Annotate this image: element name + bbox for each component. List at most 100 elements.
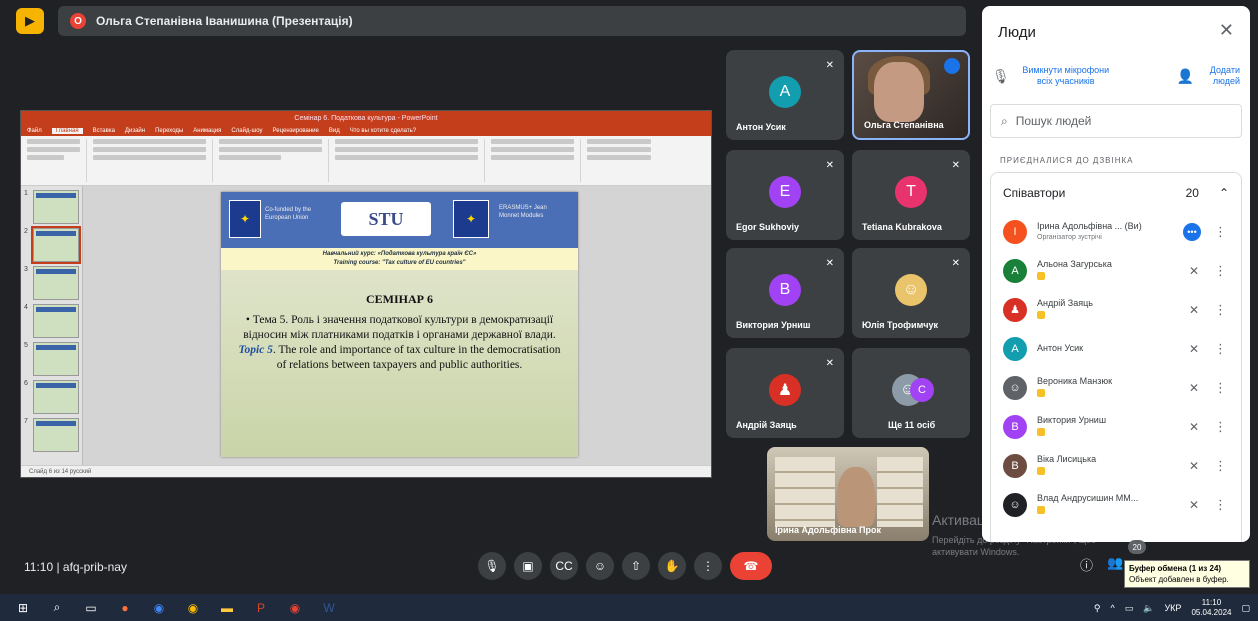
file-explorer-icon[interactable]: ▬ — [216, 599, 238, 617]
mic-off-icon[interactable]: ✕ — [1189, 459, 1199, 473]
slide-canvas: ✦ Co-funded by the European Union STU ✦ … — [83, 186, 711, 465]
participant-role: Організатор зустрічі — [1037, 233, 1102, 241]
word-icon[interactable]: W — [318, 599, 340, 617]
presenter-avatar: О — [70, 13, 86, 29]
present-screen-icon[interactable]: ⇧ — [622, 552, 650, 580]
more-vert-icon[interactable]: ⋮ — [1214, 263, 1227, 279]
clock-time: 11:10 — [1201, 598, 1222, 607]
volume-icon[interactable]: 🔈 — [1143, 603, 1154, 614]
mic-off-icon[interactable]: ✕ — [1189, 420, 1199, 434]
list-item[interactable]: A Альона Загурська ✕ ⋮ — [991, 251, 1241, 290]
course-band: Навчальний курс: «Податкова культура кра… — [221, 248, 578, 270]
mic-off-icon[interactable]: ✕ — [1189, 498, 1199, 512]
group-header[interactable]: Співавтори 20 ⌃ — [990, 172, 1242, 212]
mic-off-icon: ✕ — [825, 258, 834, 269]
mic-off-icon: 🎙 — [992, 67, 1010, 84]
language-indicator[interactable]: УКР — [1164, 603, 1181, 613]
mic-off-icon[interactable]: ✕ — [1189, 303, 1199, 317]
participant-tile[interactable]: ✕ A Антон Усик — [726, 50, 844, 140]
self-video-tile[interactable]: Ірина Адольфівна Прок — [767, 447, 929, 541]
participant-avatar: B — [1003, 414, 1027, 439]
participant-name: Tetiana Kubrakova — [862, 222, 942, 232]
participant-tile[interactable]: ✕ E Egor Sukhoviy — [726, 150, 844, 240]
more-vert-icon[interactable]: ⋮ — [1214, 224, 1227, 240]
participant-tile[interactable]: ✕ ☺ Юлія Трофимчук — [852, 248, 970, 338]
list-item[interactable]: I Ірина Адольфівна ... (Ви) Організатор з… — [991, 212, 1241, 251]
more-vert-icon[interactable]: ⋮ — [1214, 458, 1227, 474]
close-icon[interactable]: ✕ — [1219, 20, 1234, 41]
people-icon[interactable]: 👥 — [1107, 555, 1123, 574]
list-item[interactable]: B Виктория Урниш ✕ ⋮ — [991, 407, 1241, 446]
list-item[interactable]: ☺ Вероника Манзюк ✕ ⋮ — [991, 368, 1241, 407]
search-icon: ⌕ — [1001, 113, 1008, 128]
more-options-icon[interactable]: ⋮ — [694, 552, 722, 580]
jumpman-logo-avatar: ♟ — [769, 374, 801, 406]
slide-thumbnail-selected: 2 — [24, 226, 81, 264]
captions-icon[interactable]: CC — [550, 552, 578, 580]
raise-hand-icon[interactable]: ✋ — [658, 552, 686, 580]
participant-tile[interactable]: ✕ B Виктория Урниш — [726, 248, 844, 338]
powerpoint-icon[interactable]: P — [250, 599, 272, 617]
slide-thumbnails: 1 2 3 4 5 6 7 — [21, 186, 83, 465]
end-call-button[interactable]: ☎ — [730, 552, 772, 580]
more-vert-icon[interactable]: ⋮ — [1214, 419, 1227, 435]
present-icon[interactable]: ▶ — [16, 8, 44, 34]
mic-off-icon[interactable]: ✕ — [1189, 381, 1199, 395]
presenting-banner[interactable]: О Ольга Степанівна Іванишина (Презентаці… — [58, 6, 966, 36]
list-item[interactable]: ♟ Андрій Заяць ✕ ⋮ — [991, 290, 1241, 329]
more-vert-icon[interactable]: ⋮ — [1214, 302, 1227, 318]
chrome-active-icon[interactable]: ◉ — [284, 599, 306, 617]
slide-thumbnail: 6 — [24, 380, 79, 414]
speaking-indicator-icon — [944, 58, 960, 74]
participant-name: Андрій Заяць — [1037, 297, 1093, 308]
slide-bullet-uk: • Тема 5. Роль і значення податкової кул… — [243, 314, 556, 341]
more-participants-tile[interactable]: ☺ C Ще 11 осіб — [852, 348, 970, 438]
mic-off-icon: ✕ — [825, 160, 834, 171]
list-item[interactable]: A Антон Усик ✕ ⋮ — [991, 329, 1241, 368]
participant-avatar: B — [1003, 453, 1027, 478]
more-vert-icon[interactable]: ⋮ — [1214, 497, 1227, 513]
info-icon[interactable]: ⓘ — [1080, 555, 1093, 574]
hand-icon — [1037, 388, 1045, 397]
chrome-canary-icon[interactable]: ◉ — [182, 599, 204, 617]
mute-all-button[interactable]: 🎙 Вимкнути мікрофони всіх учасників — [992, 58, 1116, 94]
participant-tile[interactable]: ✕ ♟ Андрій Заяць — [726, 348, 844, 438]
add-person-icon: 👤 — [1176, 67, 1194, 84]
clock-date: 05.04.2024 — [1191, 608, 1232, 617]
more-vert-icon[interactable]: ⋮ — [1214, 341, 1227, 357]
notifications-icon[interactable]: ▢ — [1241, 603, 1250, 614]
more-vert-icon[interactable]: ⋮ — [1214, 380, 1227, 396]
participant-name: Андрій Заяць — [736, 420, 797, 430]
search-icon[interactable]: ⌕ — [46, 599, 68, 617]
list-item[interactable]: B Віка Лисицька ✕ ⋮ — [991, 446, 1241, 485]
ppt-tab: Анимация — [193, 127, 222, 134]
people-icon[interactable]: ⚲ — [1094, 603, 1101, 614]
course-title-uk: Навчальний курс: «Податкова культура кра… — [322, 251, 477, 257]
ribbon-group — [219, 139, 329, 182]
add-people-button[interactable]: 👤 Додати людей — [1177, 58, 1240, 94]
chevron-up-icon[interactable]: ^ — [1111, 603, 1115, 613]
ppt-tab: Что вы хотите сделать? — [349, 127, 417, 134]
hand-icon — [1037, 505, 1045, 514]
course-title-en: Training course: "Tax culture of EU coun… — [333, 260, 466, 266]
participant-tile-video[interactable]: Ольга Степанівна — [852, 50, 970, 140]
mic-off-icon[interactable]: ✕ — [1189, 264, 1199, 278]
camera-icon[interactable]: ▣ — [514, 552, 542, 580]
emoji-icon[interactable]: ☺ — [586, 552, 614, 580]
clipboard-notification[interactable]: Буфер обмена (1 из 24) Объект добавлен в… — [1124, 560, 1250, 588]
participants-count-badge: 20 — [1128, 540, 1146, 554]
mic-icon[interactable]: 🎙 — [478, 552, 506, 580]
group-name: Співавтори — [1003, 185, 1066, 200]
add-people-label: Додати людей — [1209, 65, 1240, 86]
list-item[interactable]: ☺ Влад Андрусишин ММ... ✕ ⋮ — [991, 485, 1241, 524]
chrome-icon[interactable]: ◉ — [148, 599, 170, 617]
search-people-input[interactable]: ⌕ Пошук людей — [990, 104, 1242, 138]
mic-off-icon[interactable]: ✕ — [1189, 342, 1199, 356]
participant-tile[interactable]: ✕ T Tetiana Kubrakova — [852, 150, 970, 240]
participant-name: Ірина Адольфівна ... (Ви) — [1037, 220, 1142, 231]
firefox-icon[interactable]: ● — [114, 599, 136, 617]
windows-start-icon[interactable]: ⊞ — [12, 599, 34, 617]
task-view-icon[interactable]: ▭ — [80, 599, 102, 617]
slide-thumbnail: 3 — [24, 266, 79, 300]
clock[interactable]: 11:10 05.04.2024 — [1191, 598, 1231, 618]
